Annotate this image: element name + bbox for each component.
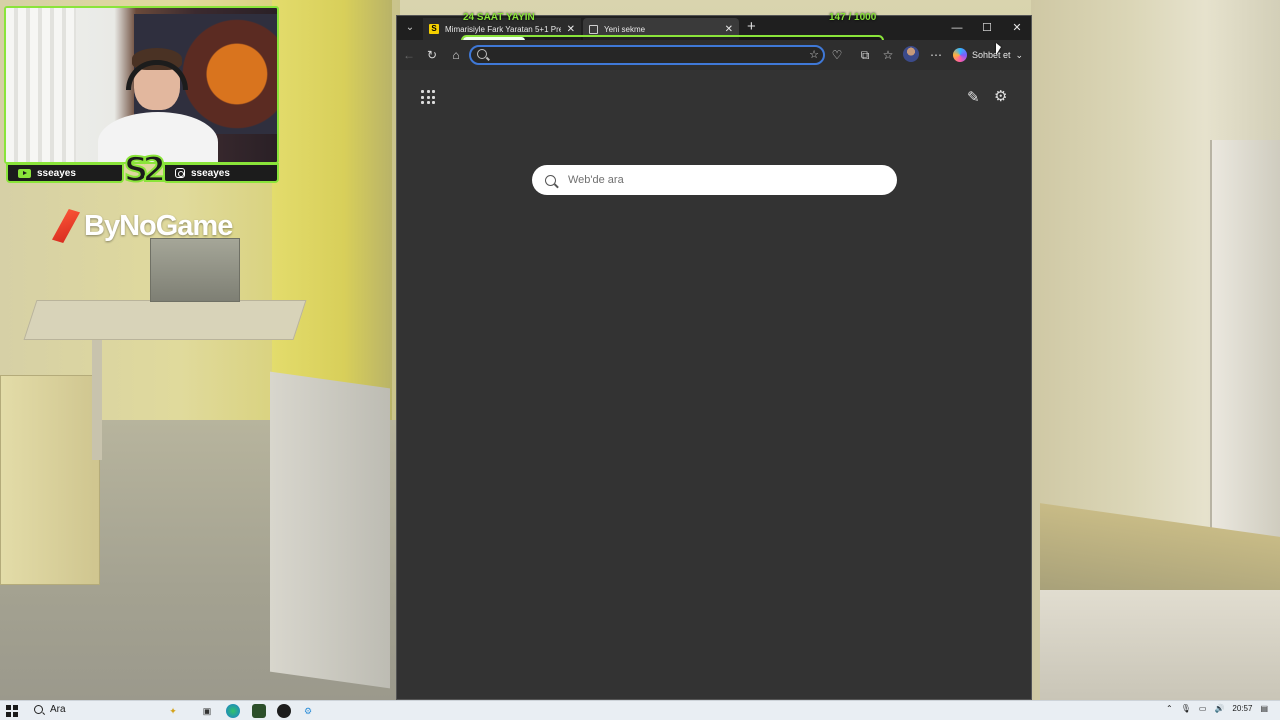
back-arrow-icon[interactable]: ← bbox=[401, 47, 417, 63]
notification-icon[interactable]: ▤ bbox=[1260, 704, 1268, 713]
stream-title: 24 SAAT YAYIN bbox=[463, 12, 535, 23]
task-view-icon[interactable]: ▣ bbox=[200, 704, 214, 718]
bynogame-mark-icon bbox=[52, 209, 80, 243]
scene-crt-monitor bbox=[150, 238, 240, 302]
instagram-handle-tag: sseayes bbox=[163, 163, 279, 183]
mouse-cursor-icon bbox=[996, 43, 1001, 55]
gear-icon[interactable]: ⚙ bbox=[994, 87, 1007, 105]
settings-app-icon[interactable]: ⚙ bbox=[301, 704, 315, 718]
network-icon[interactable]: ▭ bbox=[1199, 704, 1207, 713]
copilot-icon bbox=[953, 48, 967, 62]
new-tab-page: ✎ ⚙ bbox=[397, 70, 1031, 699]
close-window-button[interactable]: ✕ bbox=[1005, 19, 1029, 37]
web-search-box[interactable] bbox=[532, 165, 897, 195]
tab-bar: ⌄ S Mimarisiyle Fark Yaratan 5+1 Presti … bbox=[397, 12, 1031, 46]
webcam-feed bbox=[4, 6, 279, 164]
browser-essentials-icon[interactable]: ♡ bbox=[829, 47, 845, 63]
stream-counter: 147 / 1000 bbox=[829, 12, 877, 23]
home-icon[interactable]: ⌂ bbox=[448, 47, 464, 63]
edit-pencil-icon[interactable]: ✎ bbox=[967, 88, 980, 106]
taskbar: Ara ✦ ▣ ⚙ ⌃ 🎙 ▭ 🔊 20:57 ▤ bbox=[0, 700, 1280, 720]
profile-avatar[interactable] bbox=[903, 46, 919, 62]
scene-cabinet bbox=[0, 375, 100, 585]
sponsor-logo: ByNoGame bbox=[52, 208, 233, 244]
extensions-icon[interactable]: ⧉ bbox=[857, 47, 873, 63]
channel-logo: S2 bbox=[123, 149, 167, 191]
chevron-up-icon[interactable]: ⌃ bbox=[1166, 704, 1173, 713]
scene-desk-leg bbox=[92, 340, 102, 460]
clock[interactable]: 20:57 bbox=[1232, 704, 1252, 713]
scene-concrete-slab bbox=[270, 371, 390, 689]
browser-window: ⌄ S Mimarisiyle Fark Yaratan 5+1 Presti … bbox=[396, 12, 1032, 700]
chevron-down-icon: ⌄ bbox=[1015, 49, 1024, 60]
tab-list-button[interactable]: ⌄ bbox=[401, 20, 419, 36]
scene-door bbox=[272, 0, 392, 420]
new-tab-button[interactable]: + bbox=[747, 19, 756, 35]
windows-start-icon[interactable] bbox=[6, 705, 18, 717]
copilot-label: Sohbet et bbox=[972, 50, 1011, 60]
site-favicon: S bbox=[429, 24, 439, 34]
web-search-input[interactable] bbox=[568, 174, 868, 186]
tab-title: Mimarisiyle Fark Yaratan 5+1 Presti bbox=[445, 24, 561, 34]
scene-desk bbox=[23, 300, 307, 340]
microphone-icon[interactable]: 🎙 bbox=[1181, 704, 1191, 713]
speaker-icon[interactable]: 🔊 bbox=[1214, 704, 1224, 713]
page-icon bbox=[589, 24, 598, 34]
tab-title: Yeni sekme bbox=[604, 24, 646, 34]
webcam-curtain bbox=[6, 8, 76, 162]
sparkle-widget-icon[interactable]: ✦ bbox=[166, 704, 180, 718]
copilot-button[interactable]: Sohbet et ⌄ bbox=[953, 45, 1023, 65]
app-icon[interactable] bbox=[252, 704, 266, 718]
system-tray: ⌃ 🎙 ▭ 🔊 20:57 ▤ bbox=[1166, 704, 1268, 713]
obs-icon[interactable] bbox=[277, 704, 291, 718]
more-menu-icon[interactable]: ⋯ bbox=[928, 47, 944, 63]
search-icon bbox=[477, 49, 487, 59]
refresh-icon[interactable]: ↻ bbox=[424, 47, 440, 63]
search-icon bbox=[34, 705, 43, 714]
instagram-icon bbox=[175, 168, 185, 178]
taskbar-search[interactable]: Ara bbox=[34, 704, 66, 715]
browser-toolbar: ← ↻ ⌂ ☆ ♡ ⧉ ☆ ⋯ Sohbet et ⌄ bbox=[397, 40, 1031, 70]
sponsor-name: ByNoGame bbox=[84, 209, 233, 242]
edge-browser-icon[interactable] bbox=[226, 704, 240, 718]
favorite-star-icon[interactable]: ☆ bbox=[809, 47, 819, 63]
minimize-button[interactable]: — bbox=[945, 19, 969, 37]
maximize-button[interactable]: ☐ bbox=[975, 19, 999, 37]
taskbar-search-label: Ara bbox=[50, 704, 66, 715]
youtube-icon bbox=[18, 168, 31, 178]
close-tab-icon[interactable]: ✕ bbox=[725, 24, 733, 35]
search-icon bbox=[545, 174, 556, 186]
scene-beam-base bbox=[1040, 590, 1280, 700]
close-tab-icon[interactable]: ✕ bbox=[567, 24, 575, 35]
app-launcher-icon[interactable] bbox=[421, 90, 435, 104]
address-bar[interactable]: ☆ bbox=[469, 45, 825, 65]
youtube-handle-tag: sseayes bbox=[6, 163, 124, 183]
address-input[interactable] bbox=[491, 47, 801, 63]
youtube-handle: sseayes bbox=[37, 167, 76, 179]
favorites-icon[interactable]: ☆ bbox=[880, 47, 896, 63]
instagram-handle: sseayes bbox=[191, 167, 230, 179]
